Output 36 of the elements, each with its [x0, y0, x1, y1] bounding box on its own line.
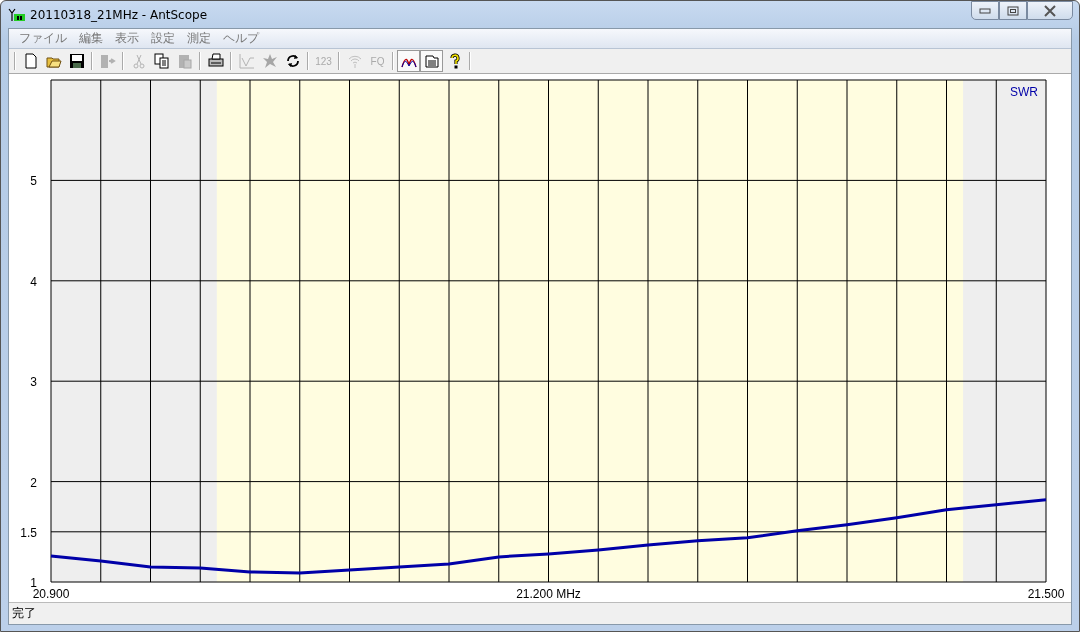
save-icon [68, 53, 85, 69]
maximize-icon [1007, 5, 1019, 16]
menu-item[interactable]: 測定 [181, 30, 217, 47]
window-title: 20110318_21MHz - AntScope [30, 7, 208, 22]
menu-item[interactable]: 設定 [145, 30, 181, 47]
maximize-button[interactable] [999, 1, 1027, 20]
x-tick-label: 21.500 [1027, 587, 1065, 598]
new-icon [22, 53, 39, 69]
status-text: 完了 [12, 605, 36, 622]
print-icon [207, 53, 224, 69]
export-icon [99, 53, 116, 69]
wifi-icon [346, 53, 363, 69]
y-tick-label: 2 [30, 475, 37, 490]
list-button[interactable] [420, 50, 443, 72]
menu-item[interactable]: ファイル [13, 30, 73, 47]
minimize-icon [979, 7, 991, 14]
antenna-icon [8, 7, 26, 22]
menu-item[interactable]: ヘルプ [217, 30, 265, 47]
legend-label: SWR [1010, 85, 1038, 99]
y-tick-label: 1.5 [20, 525, 37, 540]
refresh-icon [284, 53, 301, 69]
close-button[interactable] [1027, 1, 1073, 20]
y-tick-label: 5 [30, 174, 37, 189]
close-icon [1043, 4, 1057, 17]
graph-icon [238, 53, 255, 69]
copy-icon [153, 53, 170, 69]
y-tick-label: 1 [30, 576, 37, 590]
paste-icon [176, 53, 193, 69]
cut-icon [130, 53, 147, 69]
y-tick-label: 3 [30, 375, 37, 390]
menu-item[interactable]: 表示 [109, 30, 145, 47]
x-tick-label: 21.200 MHz [516, 587, 581, 598]
menu-item[interactable]: 編集 [73, 30, 109, 47]
y-tick-label: 4 [30, 274, 37, 289]
x-tick-label: 20.900 [32, 587, 70, 598]
curve-button[interactable] [397, 50, 420, 72]
